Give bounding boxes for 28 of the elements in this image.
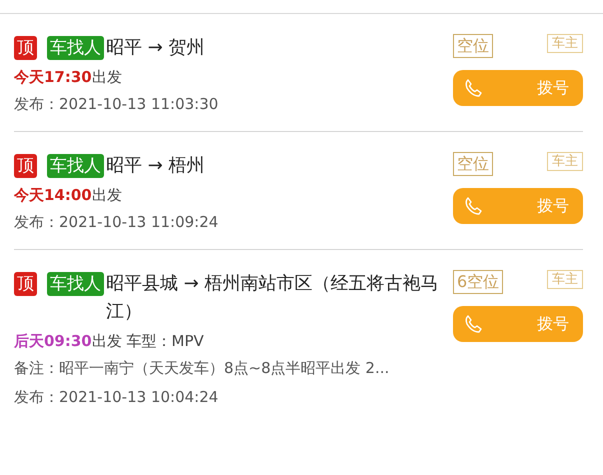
departure-text: 今天14:00出发 <box>14 185 123 206</box>
type-tag: 车找人 <box>47 272 104 296</box>
seats-badge: 空位 <box>453 152 493 176</box>
type-tag: 车找人 <box>47 154 104 178</box>
info-text: 发布：2021-10-13 11:09:24 <box>14 212 220 233</box>
seats-badge: 6空位 <box>453 270 504 294</box>
role-badge: 车主 <box>547 152 583 171</box>
dial-button[interactable]: 拨号 <box>453 306 583 342</box>
role-badge: 车主 <box>547 270 583 289</box>
dial-button[interactable]: 拨号 <box>453 188 583 224</box>
dial-button[interactable]: 拨号 <box>453 70 583 106</box>
seats-badge: 空位 <box>453 34 493 58</box>
info-text: 发布：2021-10-13 10:04:24 <box>14 387 220 408</box>
route-text: 昭平 → 梧州 <box>106 154 206 178</box>
info-text: 备注：昭平一南宁（天天发车）8点~8点半昭平出发 2... <box>14 358 390 379</box>
role-badge: 车主 <box>547 34 583 53</box>
top-tag: 顶 <box>14 36 37 60</box>
route-text: 昭平县城 → 梧州南站市区（经五将古袍马江） <box>106 272 440 324</box>
phone-icon <box>463 314 483 334</box>
top-tag: 顶 <box>14 272 37 296</box>
route-text: 昭平 → 贺州 <box>106 36 206 60</box>
info-text: 发布：2021-10-13 11:03:30 <box>14 94 220 115</box>
phone-icon <box>463 196 483 216</box>
phone-icon <box>463 78 483 98</box>
departure-text: 今天17:30出发 <box>14 67 123 88</box>
top-tag: 顶 <box>14 154 37 178</box>
type-tag: 车找人 <box>47 36 104 60</box>
departure-text: 后天09:30出发 车型：MPV <box>14 331 205 352</box>
